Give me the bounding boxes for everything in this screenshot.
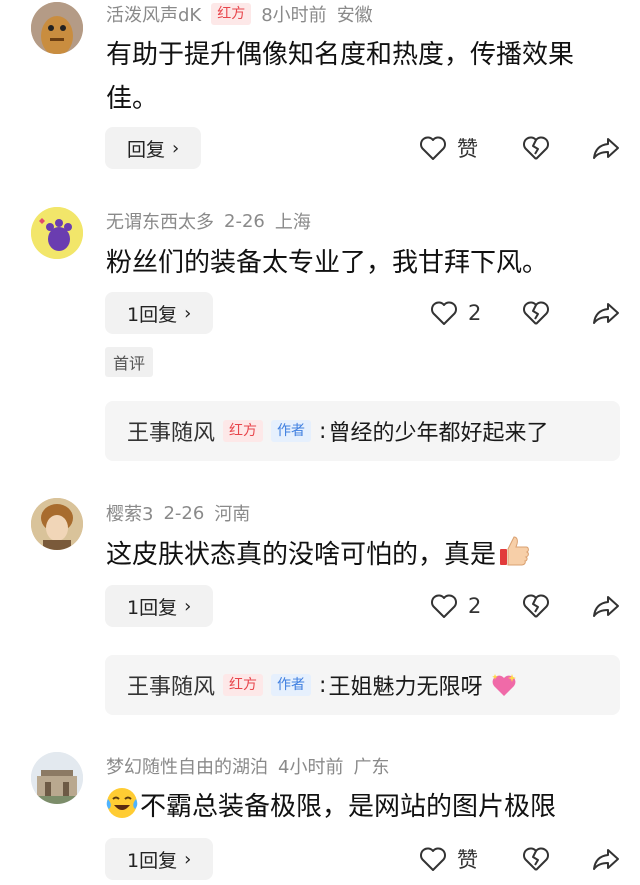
like-button[interactable]: 2 xyxy=(430,292,481,334)
reply-text: 曾经的少年都好起来了 xyxy=(328,421,549,446)
like-count: 2 xyxy=(468,301,482,325)
username[interactable]: 樱萦3 xyxy=(106,500,153,526)
share-button[interactable] xyxy=(592,127,620,169)
location: 上海 xyxy=(274,212,311,233)
share-icon xyxy=(593,138,619,159)
author-reply[interactable]: 王事随风 红方 作者 : 曾经的少年都好起来了 xyxy=(105,401,620,461)
timestamp: 8小时前 xyxy=(261,5,327,26)
heart-icon xyxy=(420,847,446,871)
comment-actions: 2 xyxy=(0,292,640,334)
reply-text: 王姐魅力无限呀 xyxy=(328,675,483,700)
team-badge: 红方 xyxy=(223,674,264,696)
comment-text: 有助于提升偶像知名度和热度，传播效果佳。 xyxy=(106,40,575,114)
broken-heart-icon xyxy=(523,594,549,618)
first-comment-tag: 首评 xyxy=(105,347,154,377)
reply-text-prefix: : xyxy=(319,672,327,698)
share-button[interactable] xyxy=(592,838,620,880)
comment-actions: 赞 xyxy=(0,127,640,169)
heart-icon xyxy=(420,136,446,160)
author-badge: 作者 xyxy=(271,420,312,442)
comment-text: 不霸总装备极限，是网站的图片极限 xyxy=(104,785,624,829)
author-badge: 作者 xyxy=(271,674,312,696)
share-button[interactable] xyxy=(592,292,620,334)
comment-text-content: 这皮肤状态真的没啥可怕的，真是 xyxy=(106,540,497,570)
like-label: 赞 xyxy=(457,848,478,872)
avatar[interactable] xyxy=(31,498,83,550)
comment-meta: 活泼风声dK 红方 8小时前 安徽 xyxy=(106,2,373,26)
comment-actions: 赞 xyxy=(0,838,640,880)
comment-text: 粉丝们的装备太专业了，我甘拜下风。 xyxy=(106,248,549,278)
heart-icon xyxy=(431,301,457,325)
timestamp: 4小时前 xyxy=(278,757,344,778)
share-icon xyxy=(593,303,619,324)
share-button[interactable] xyxy=(592,585,620,627)
location: 广东 xyxy=(353,757,390,778)
heart-icon xyxy=(431,594,457,618)
team-badge: 红方 xyxy=(211,3,252,25)
crying-laughing-emoji xyxy=(104,785,140,821)
comment-meta: 梦幻随性自由的湖泊 4小时前 广东 xyxy=(106,754,389,778)
comment-text-content: 不霸总装备极限，是网站的图片极限 xyxy=(140,792,557,822)
reply-username[interactable]: 王事随风 xyxy=(127,669,215,701)
broken-heart-icon xyxy=(523,136,549,160)
avatar[interactable] xyxy=(31,2,83,54)
sparkling-heart-emoji xyxy=(490,671,518,699)
username[interactable]: 活泼风声dK xyxy=(106,1,201,27)
comment-text: 这皮肤状态真的没啥可怕的，真是 xyxy=(106,533,616,577)
comment-actions: 2 xyxy=(0,585,640,627)
broken-heart-icon xyxy=(523,301,549,325)
broken-heart-icon xyxy=(523,847,549,871)
comment-meta: 无谓东西太多 2-26 上海 xyxy=(106,208,311,234)
timestamp: 2-26 xyxy=(224,210,265,232)
username[interactable]: 梦幻随性自由的湖泊 xyxy=(106,753,268,779)
dislike-button[interactable] xyxy=(522,838,550,880)
reply-text-prefix: : xyxy=(319,418,327,444)
dislike-button[interactable] xyxy=(522,292,550,334)
avatar[interactable] xyxy=(31,207,83,259)
like-count: 2 xyxy=(468,594,482,618)
like-button[interactable]: 赞 xyxy=(419,838,478,880)
thumbs-up-emoji xyxy=(496,533,532,569)
reply-username[interactable]: 王事随风 xyxy=(127,415,215,447)
username[interactable]: 无谓东西太多 xyxy=(106,208,214,234)
dislike-button[interactable] xyxy=(522,585,550,627)
comment-meta: 樱萦3 2-26 河南 xyxy=(106,500,251,526)
like-button[interactable]: 2 xyxy=(430,585,481,627)
avatar[interactable] xyxy=(31,752,83,804)
dislike-button[interactable] xyxy=(522,127,550,169)
like-button[interactable]: 赞 xyxy=(419,127,478,169)
location: 安徽 xyxy=(336,5,373,26)
share-icon xyxy=(593,596,619,617)
share-icon xyxy=(593,849,619,870)
location: 河南 xyxy=(214,504,251,525)
timestamp: 2-26 xyxy=(163,502,205,524)
like-label: 赞 xyxy=(457,137,478,161)
author-reply[interactable]: 王事随风 红方 作者 : 王姐魅力无限呀 xyxy=(105,655,620,715)
team-badge: 红方 xyxy=(223,420,264,442)
